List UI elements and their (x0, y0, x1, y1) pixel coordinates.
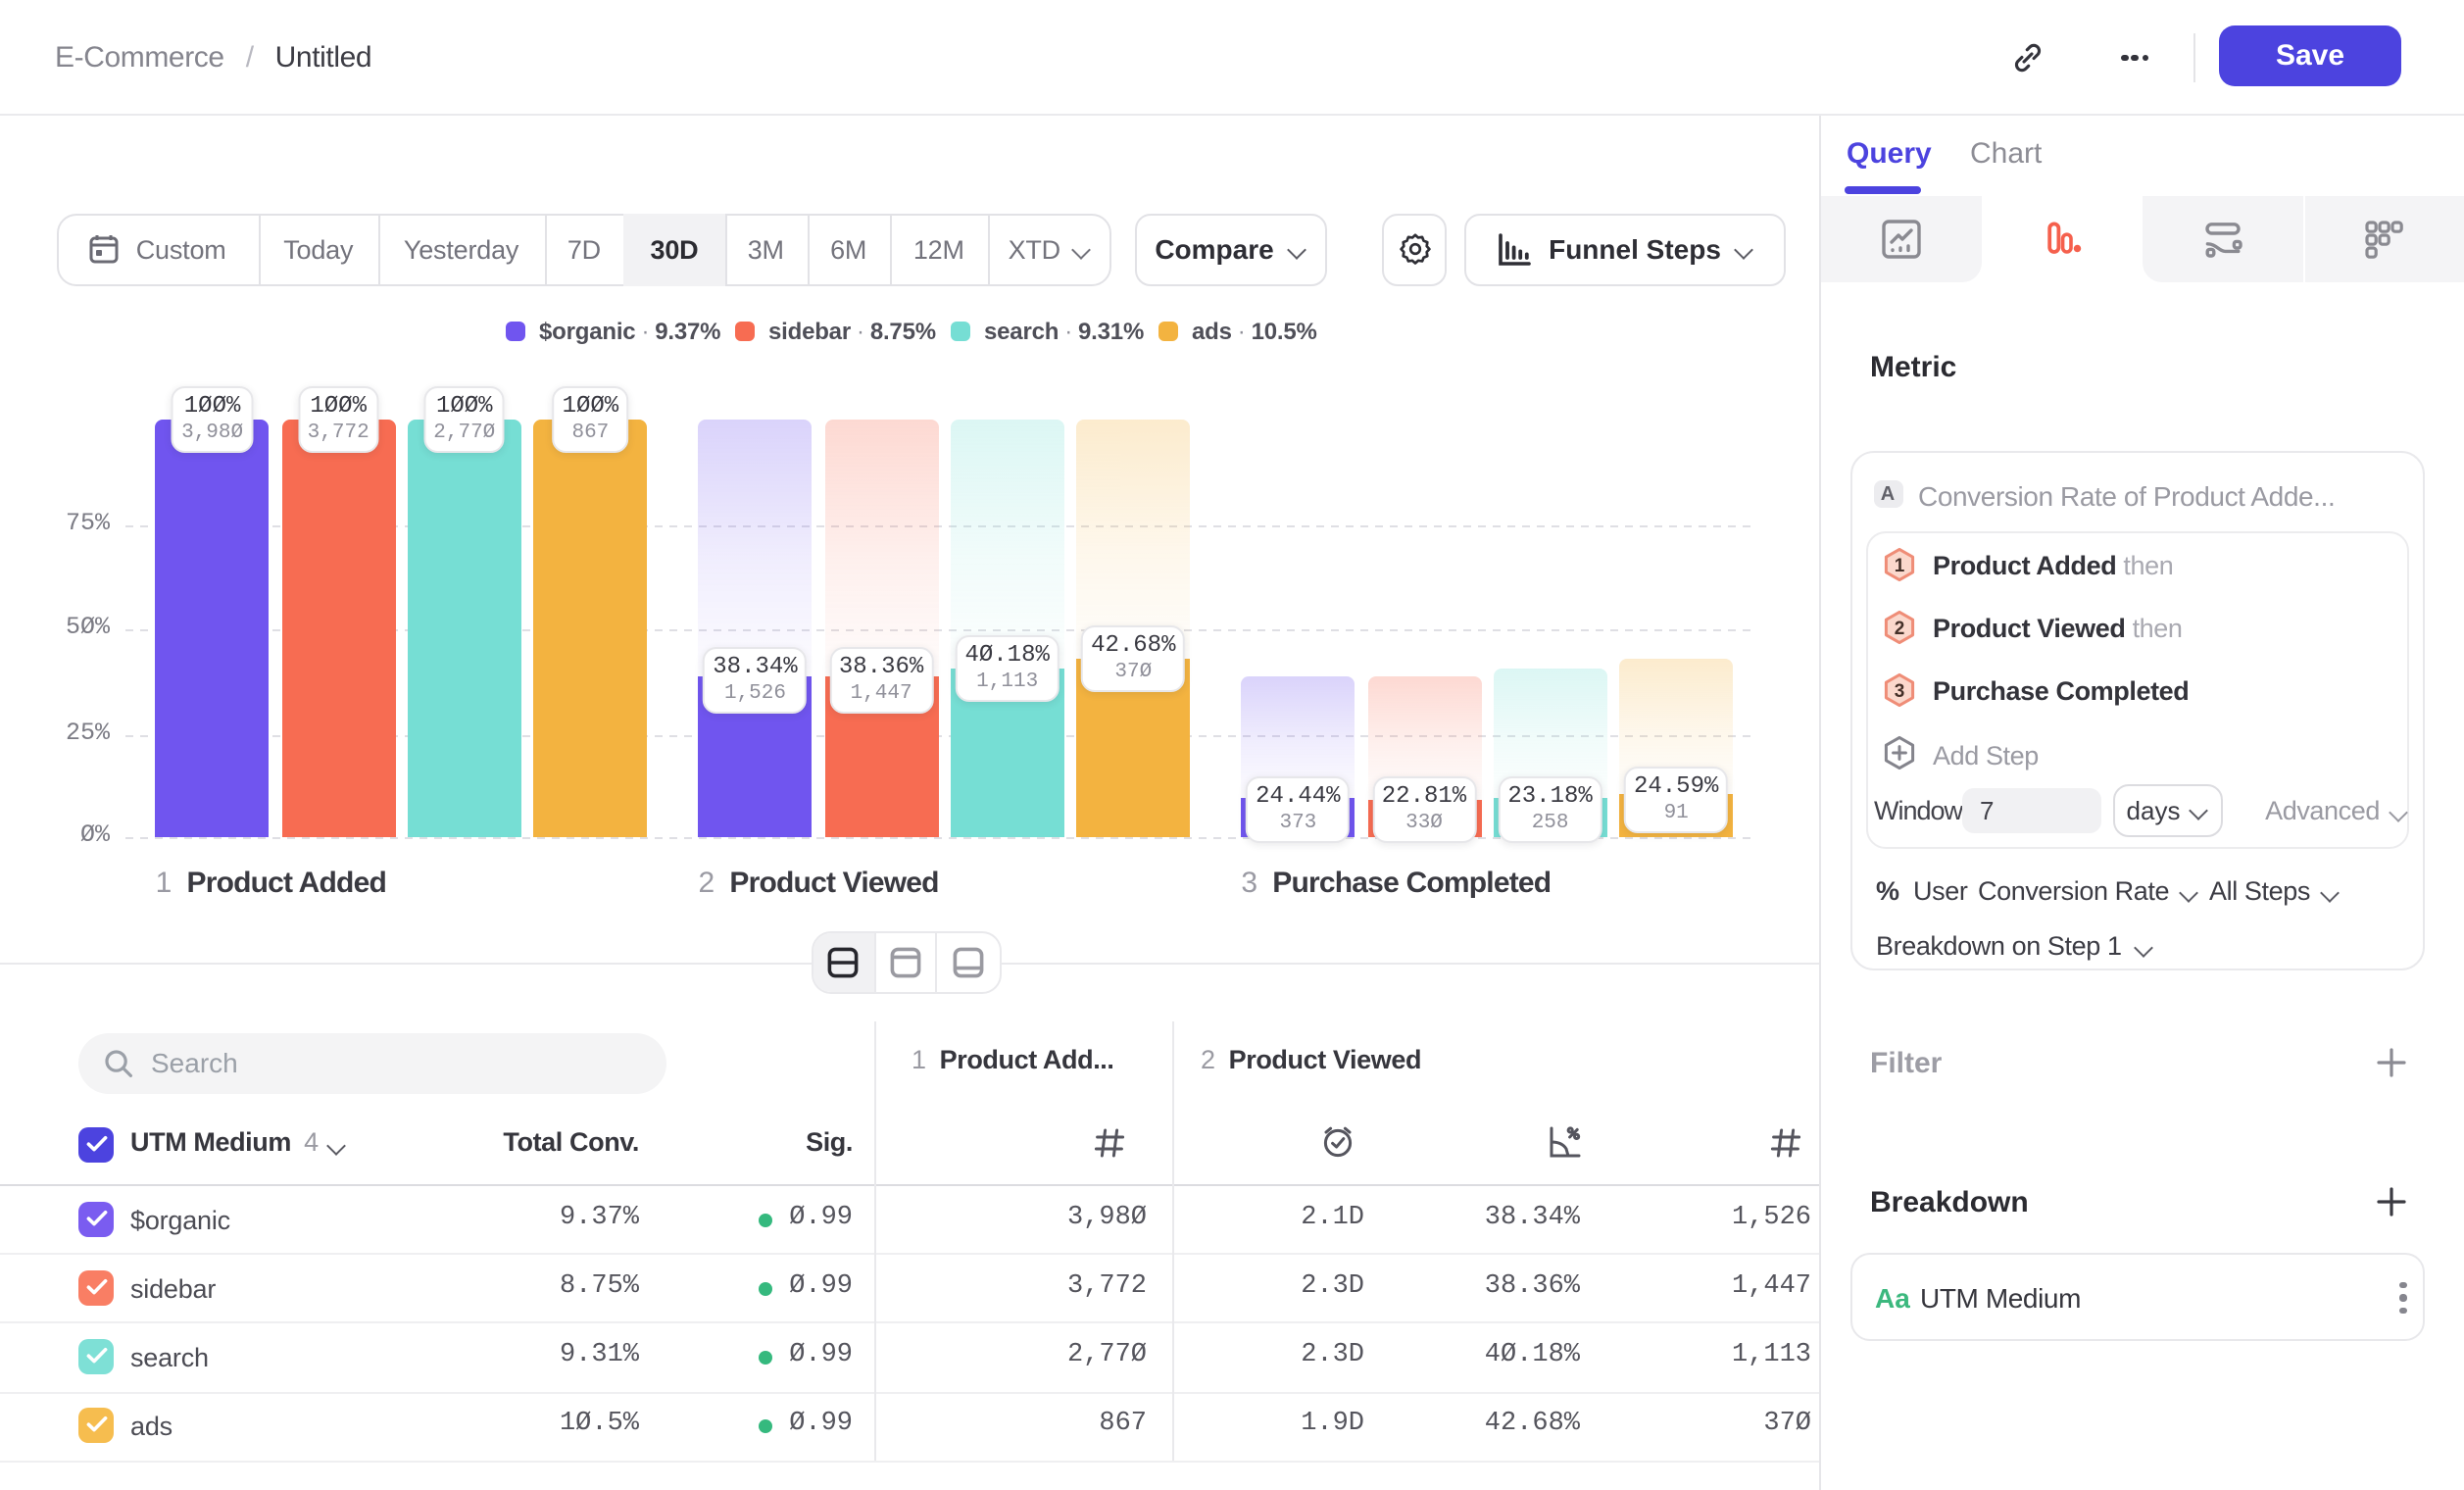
svg-text:3: 3 (1894, 681, 1904, 702)
svg-text:2: 2 (1894, 618, 1904, 638)
svg-text:1: 1 (1894, 555, 1904, 575)
